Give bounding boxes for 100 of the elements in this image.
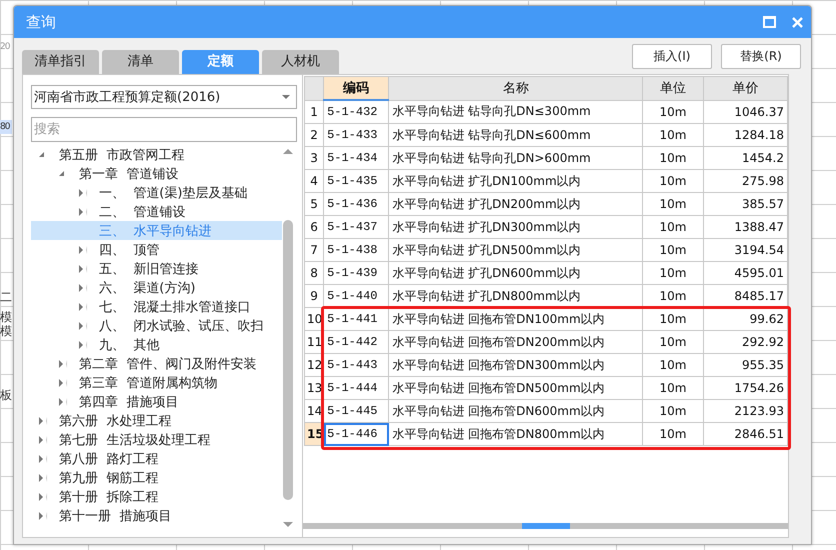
background-text: 模: [0, 310, 12, 324]
column-header[interactable]: 编码: [324, 76, 389, 100]
window-title: 查询: [26, 12, 57, 32]
tree-item[interactable]: 五、 新旧管连接: [31, 259, 282, 278]
table-cell: 385.57: [703, 192, 788, 216]
table-cell: 10m: [642, 376, 704, 400]
table-cell: 1284.18: [703, 124, 788, 146]
close-icon[interactable]: [792, 16, 803, 28]
tab[interactable]: 清单指引: [22, 50, 99, 74]
tree-item[interactable]: 八、 闭水试验、试压、吹扫: [31, 316, 282, 335]
table-cell: 4595.01: [703, 262, 788, 284]
tree-item[interactable]: 第十一册 措施项目: [31, 506, 282, 525]
tree-item[interactable]: 九、 其他: [31, 335, 282, 354]
tree-item[interactable]: 七、 混凝土排水管道接口: [31, 297, 282, 316]
table-cell: 10m: [642, 216, 704, 238]
background-text: 模: [0, 324, 12, 338]
tab[interactable]: 人材机: [262, 50, 339, 74]
table-cell: 水平导向钻进 钻导向孔DN≤600mm: [388, 124, 643, 146]
horizontal-scrollbar[interactable]: [303, 523, 788, 529]
table-cell: 292.92: [703, 330, 788, 354]
table-cell: 1046.37: [703, 100, 788, 124]
table-cell: 水平导向钻进 扩孔DN200mm以内: [388, 192, 643, 216]
table-cell: 5-1-432: [324, 100, 389, 124]
search-field[interactable]: 搜索: [31, 117, 297, 142]
column-header[interactable]: 单位: [642, 76, 704, 100]
table-cell: 水平导向钻进 回拖布管DN600mm以内: [388, 400, 643, 422]
table-cell: 10m: [642, 330, 704, 354]
tree-label: 一、 管道(渠)垫层及基础: [99, 184, 248, 202]
tree-item[interactable]: 二、 管道铺设: [31, 202, 282, 221]
table-cell: 水平导向钻进 钻导向孔DN>600mm: [388, 146, 643, 170]
table-cell: 10m: [642, 146, 704, 170]
tree-item[interactable]: 第一章 管道铺设: [31, 164, 282, 183]
action-button[interactable]: 插入(I): [632, 44, 712, 69]
background-text: 板: [0, 388, 12, 402]
table-cell: 10m: [642, 100, 704, 124]
tree-item[interactable]: 第六册 水处理工程: [31, 411, 282, 430]
table-cell: 955.35: [703, 354, 788, 376]
table-cell: 10m: [642, 400, 704, 422]
expanded-arrow-icon[interactable]: [59, 171, 64, 176]
tree-item[interactable]: 四、 顶管: [31, 240, 282, 259]
tree-item[interactable]: 第七册 生活垃圾处理工程: [31, 430, 282, 449]
tree-label: 第二章 管件、阀门及附件安装: [79, 356, 256, 372]
tree-item[interactable]: 第三章 管道附属构筑物: [31, 373, 282, 392]
row-number[interactable]: 2: [304, 124, 324, 146]
tab[interactable]: 清单: [102, 50, 179, 74]
table-cell: 10m: [642, 262, 704, 284]
row-number[interactable]: 1: [304, 100, 324, 124]
table-cell: 2123.93: [703, 400, 788, 422]
table-cell: 水平导向钻进 扩孔DN600mm以内: [388, 262, 643, 284]
row-number[interactable]: 4: [304, 170, 324, 192]
background-text: 80: [0, 120, 12, 134]
table-cell: 5-1-438: [324, 238, 389, 262]
tree-label: 二、 管道铺设: [99, 204, 186, 220]
tree-label: 第七册 生活垃圾处理工程: [59, 432, 210, 448]
library-dropdown[interactable]: 河南省市政工程预算定额(2016): [31, 85, 297, 109]
table-cell: 5-1-435: [324, 170, 389, 192]
column-header[interactable]: 名称: [388, 76, 643, 100]
table-cell: 水平导向钻进 回拖布管DN500mm以内: [388, 376, 643, 400]
table-cell: 10m: [642, 354, 704, 376]
table-cell: 1454.2: [703, 146, 788, 170]
tree-item[interactable]: 第二章 管件、阀门及附件安装: [31, 354, 282, 373]
background-text: 二: [0, 290, 12, 304]
table-cell: 水平导向钻进 扩孔DN100mm以内: [388, 170, 643, 192]
row-number[interactable]: 9: [304, 284, 324, 308]
tree-label: 第十册 拆除工程: [59, 488, 158, 506]
row-number[interactable]: 7: [304, 238, 324, 262]
tree-item[interactable]: 第四章 措施项目: [31, 392, 282, 411]
column-header[interactable]: 单价: [703, 76, 788, 100]
table-cell: 5-1-433: [324, 124, 389, 146]
tree-label: 第五册 市政管网工程: [59, 146, 184, 164]
tree-item[interactable]: 第五册 市政管网工程: [31, 145, 282, 164]
tree-item[interactable]: 第九册 钢筋工程: [31, 468, 282, 487]
tree-item[interactable]: 六、 渠道(方沟): [31, 278, 282, 297]
table-cell: 水平导向钻进 回拖布管DN200mm以内: [388, 330, 643, 354]
table-cell: 5-1-437: [324, 216, 389, 238]
table-cell: 2846.51: [703, 422, 788, 446]
table-cell: 5-1-434: [324, 146, 389, 170]
table-cell: 1754.26: [703, 376, 788, 400]
row-number[interactable]: 3: [304, 146, 324, 170]
action-button[interactable]: 替换(R): [721, 44, 801, 69]
tree-label: 三、 水平导向钻进: [99, 222, 212, 240]
background-text: 20: [0, 41, 11, 54]
expanded-arrow-icon[interactable]: [39, 152, 44, 157]
row-number[interactable]: 5: [304, 192, 324, 216]
table-cell: 275.98: [703, 170, 788, 192]
tree-label: 第一章 管道铺设: [79, 166, 178, 182]
tree-label: 四、 顶管: [99, 242, 160, 258]
maximize-icon[interactable]: [763, 16, 776, 28]
tree-label: 九、 其他: [99, 336, 160, 354]
tree-label: 第十一册 措施项目: [59, 508, 172, 524]
tree-label: 八、 闭水试验、试压、吹扫: [99, 318, 264, 334]
table-cell: 水平导向钻进 扩孔DN300mm以内: [388, 216, 643, 238]
table-cell: 水平导向钻进 钻导向孔DN≤300mm: [388, 100, 643, 124]
table-cell: 10m: [642, 170, 704, 192]
tree-item[interactable]: 第十册 拆除工程: [31, 487, 282, 506]
tree-label: 第九册 钢筋工程: [59, 470, 158, 486]
row-number[interactable]: 8: [304, 262, 324, 284]
tree-item[interactable]: 第八册 路灯工程: [31, 449, 282, 468]
row-number[interactable]: 6: [304, 216, 324, 238]
tree-item[interactable]: 一、 管道(渠)垫层及基础: [31, 183, 282, 202]
